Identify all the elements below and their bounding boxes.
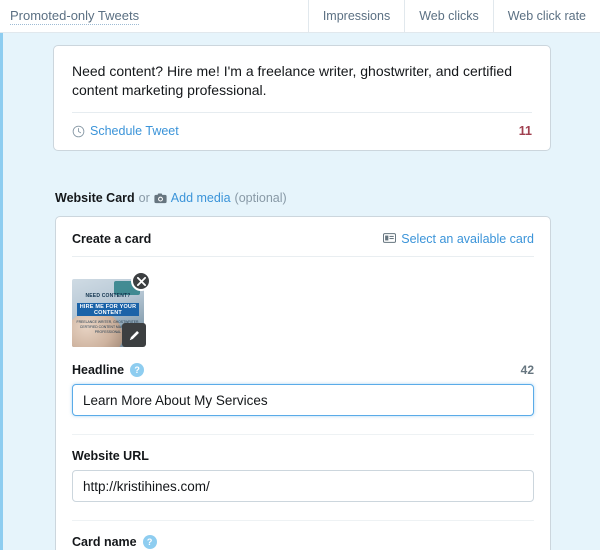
field-label-left: Headline ? xyxy=(72,363,145,377)
card-icon xyxy=(383,231,397,246)
select-available-card-link[interactable]: Select an available card xyxy=(401,232,534,246)
promoted-only-tweets-filter[interactable]: Promoted-only Tweets xyxy=(0,0,308,32)
field-label-left: Website URL xyxy=(72,449,149,463)
clock-icon xyxy=(72,125,85,138)
pencil-icon[interactable] xyxy=(122,323,146,347)
card-image-thumbnail[interactable]: NEED CONTENT? HIRE ME FOR YOUR CONTENT F… xyxy=(72,271,152,349)
field-headline: Headline ? 42 xyxy=(72,349,534,416)
thumbnail-overlay-band-text: HIRE ME FOR YOUR CONTENT xyxy=(79,304,137,316)
character-counter: 11 xyxy=(518,124,532,138)
create-card-header: Create a card Select an available card xyxy=(56,217,550,256)
metric-tabs: Impressions Web clicks Web click rate xyxy=(307,0,600,32)
thumbnail-overlay-title: NEED CONTENT? xyxy=(85,293,131,299)
field-label-left: Card name ? xyxy=(72,535,157,549)
field-label-row: Card name ? xyxy=(72,535,534,549)
card-name-label: Card name xyxy=(72,535,137,549)
close-circle-icon[interactable] xyxy=(131,271,151,291)
website-url-label: Website URL xyxy=(72,449,149,463)
create-card-title: Create a card xyxy=(72,231,152,246)
headline-input[interactable] xyxy=(72,384,534,416)
headline-counter: 42 xyxy=(520,363,534,377)
field-website-url: Website URL xyxy=(72,435,534,502)
tab-web-clicks[interactable]: Web clicks xyxy=(404,0,493,32)
compose-tweet-card: Need content? Hire me! I'm a freelance w… xyxy=(53,45,551,151)
add-media-link[interactable]: Add media xyxy=(171,191,231,205)
tab-web-click-rate[interactable]: Web click rate xyxy=(492,0,600,32)
schedule-tweet-control[interactable]: Schedule Tweet xyxy=(72,124,179,138)
create-card-panel: Create a card Select an available card N… xyxy=(55,216,551,550)
question-badge-icon[interactable]: ? xyxy=(142,535,157,549)
field-label-row: Headline ? 42 xyxy=(72,363,534,377)
camera-icon[interactable] xyxy=(154,193,167,204)
divider xyxy=(72,256,534,257)
website-url-input[interactable] xyxy=(72,470,534,502)
thumbnail-overlay-band: HIRE ME FOR YOUR CONTENT xyxy=(77,303,139,316)
top-metrics-bar: Promoted-only Tweets Impressions Web cli… xyxy=(0,0,600,33)
promoted-only-tweets-link[interactable]: Promoted-only Tweets xyxy=(10,8,140,25)
select-available-card-control[interactable]: Select an available card xyxy=(383,231,534,246)
question-badge-icon[interactable]: ? xyxy=(130,363,145,377)
field-label-row: Website URL xyxy=(72,449,534,463)
tab-impressions[interactable]: Impressions xyxy=(307,0,405,32)
optional-text: (optional) xyxy=(234,191,287,205)
tweet-composer-panel: Need content? Hire me! I'm a freelance w… xyxy=(0,33,600,550)
compose-footer: Schedule Tweet 11 xyxy=(54,113,550,150)
tweet-text[interactable]: Need content? Hire me! I'm a freelance w… xyxy=(54,46,550,112)
headline-label: Headline xyxy=(72,363,125,377)
website-card-header: Website Card or Add media (optional) xyxy=(55,191,287,205)
website-card-label: Website Card xyxy=(55,191,135,205)
or-text: or xyxy=(138,191,150,205)
schedule-tweet-link[interactable]: Schedule Tweet xyxy=(90,124,179,138)
field-card-name: Card name ? xyxy=(72,521,534,550)
